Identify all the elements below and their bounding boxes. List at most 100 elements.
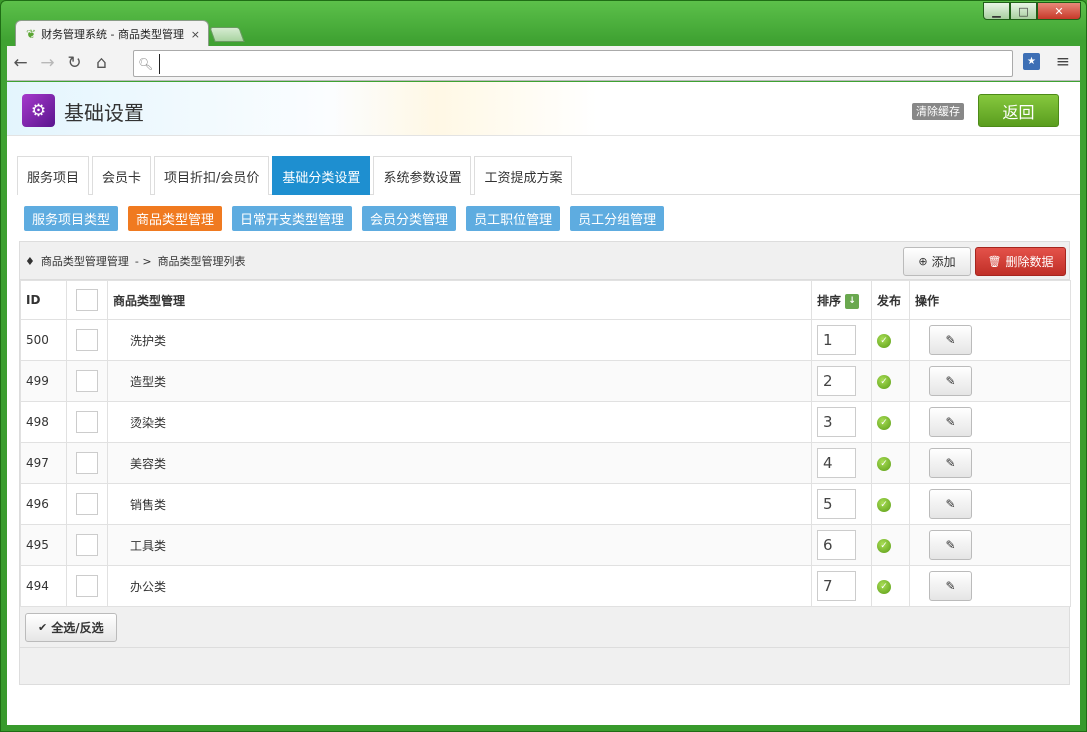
- save-sort-icon[interactable]: ↓: [845, 293, 860, 309]
- row-order-cell: [811, 565, 872, 607]
- order-input[interactable]: [817, 448, 856, 478]
- row-name: 销售类: [107, 483, 812, 525]
- row-publish-cell: ✓: [871, 483, 910, 525]
- subtab-expense-type[interactable]: 日常开支类型管理: [232, 206, 353, 231]
- maximize-button[interactable]: □: [1010, 2, 1037, 20]
- published-check-icon[interactable]: ✓: [877, 580, 891, 594]
- table-row: 499 造型类 ✓ ✎: [20, 360, 1071, 402]
- tab-title: 财务管理系统 - 商品类型管理: [41, 28, 185, 41]
- panel-header: ♦ 商品类型管理管理 - > 商品类型管理列表 ⊕ 添加 🗑︎ 删除数据: [20, 242, 1069, 280]
- settings-gear-icon: ⚙: [22, 94, 55, 127]
- add-button[interactable]: ⊕ 添加: [903, 247, 971, 276]
- row-id: 500: [20, 319, 67, 361]
- subtab-service-type[interactable]: 服务项目类型: [24, 206, 119, 231]
- close-window-button[interactable]: ✕: [1037, 2, 1081, 20]
- row-checkbox[interactable]: [76, 493, 98, 515]
- row-ops-cell: ✎: [909, 483, 1071, 525]
- reload-icon[interactable]: ↻: [61, 50, 88, 77]
- row-order-cell: [811, 360, 872, 402]
- edit-icon: ✎: [945, 374, 956, 388]
- edit-button[interactable]: ✎: [929, 407, 972, 437]
- panel-footer: ✔ 全选/反选: [20, 607, 1069, 648]
- bookmark-star-icon[interactable]: ★: [1023, 53, 1040, 70]
- row-select-cell: [66, 565, 108, 607]
- select-all-label: 全选/反选: [51, 620, 104, 635]
- published-check-icon[interactable]: ✓: [877, 498, 891, 512]
- published-check-icon[interactable]: ✓: [877, 375, 891, 389]
- table-row: 494 办公类 ✓ ✎: [20, 565, 1071, 607]
- address-input[interactable]: [159, 53, 1012, 74]
- order-input[interactable]: [817, 530, 856, 560]
- order-input[interactable]: [817, 325, 856, 355]
- minimize-button[interactable]: ▁: [983, 2, 1010, 20]
- home-icon[interactable]: ⌂: [88, 50, 115, 77]
- edit-button[interactable]: ✎: [929, 448, 972, 478]
- plus-circle-icon: ⊕: [918, 255, 928, 268]
- subtab-member-category[interactable]: 会员分类管理: [362, 206, 457, 231]
- row-publish-cell: ✓: [871, 442, 910, 484]
- tab-member-card[interactable]: 会员卡: [92, 156, 152, 195]
- product-type-table: ID 商品类型管理 排序↓ 发布 操作 500 洗护类 ✓ ✎ 499 造型类 ✓ ✎ 498 烫…: [20, 280, 1071, 607]
- tab-system-params[interactable]: 系统参数设置: [373, 156, 472, 195]
- edit-icon: ✎: [945, 497, 956, 511]
- edit-button[interactable]: ✎: [929, 325, 972, 355]
- published-check-icon[interactable]: ✓: [877, 457, 891, 471]
- tab-close-icon[interactable]: ×: [191, 28, 200, 41]
- subtab-product-type[interactable]: 商品类型管理: [128, 206, 223, 231]
- tab-commission[interactable]: 工资提成方案: [474, 156, 573, 195]
- edit-button[interactable]: ✎: [929, 366, 972, 396]
- edit-button[interactable]: ✎: [929, 489, 972, 519]
- col-id: ID: [20, 280, 67, 320]
- edit-button[interactable]: ✎: [929, 530, 972, 560]
- subtab-staff-group[interactable]: 员工分组管理: [570, 206, 665, 231]
- row-id: 496: [20, 483, 67, 525]
- published-check-icon[interactable]: ✓: [877, 334, 891, 348]
- return-button[interactable]: 返回: [978, 94, 1059, 127]
- published-check-icon[interactable]: ✓: [877, 416, 891, 430]
- tab-discount[interactable]: 项目折扣/会员价: [154, 156, 270, 195]
- order-input[interactable]: [817, 366, 856, 396]
- col-order: 排序 ↓: [811, 280, 872, 320]
- row-name: 洗护类: [107, 319, 812, 361]
- row-ops-cell: ✎: [909, 401, 1071, 443]
- row-ops-cell: ✎: [909, 360, 1071, 402]
- row-order-cell: [811, 524, 872, 566]
- row-select-cell: [66, 360, 108, 402]
- header-checkbox[interactable]: [76, 289, 98, 311]
- row-checkbox[interactable]: [76, 534, 98, 556]
- row-checkbox[interactable]: [76, 575, 98, 597]
- list-panel: ♦ 商品类型管理管理 - > 商品类型管理列表 ⊕ 添加 🗑︎ 删除数据 ID 商品类…: [19, 241, 1071, 685]
- row-name: 造型类: [107, 360, 812, 402]
- row-name: 工具类: [107, 524, 812, 566]
- sub-tabs: 服务项目类型 商品类型管理 日常开支类型管理 会员分类管理 员工职位管理 员工分…: [24, 206, 674, 231]
- published-check-icon[interactable]: ✓: [877, 539, 891, 553]
- row-checkbox[interactable]: [76, 411, 98, 433]
- row-checkbox[interactable]: [76, 329, 98, 351]
- delete-button[interactable]: 🗑︎ 删除数据: [975, 247, 1066, 276]
- address-bar[interactable]: 🔍︎: [133, 50, 1013, 77]
- back-arrow-icon[interactable]: ←: [7, 50, 34, 77]
- order-input[interactable]: [817, 489, 856, 519]
- order-input[interactable]: [817, 571, 856, 601]
- subtab-staff-position[interactable]: 员工职位管理: [466, 206, 561, 231]
- table-row: 500 洗护类 ✓ ✎: [20, 319, 1071, 361]
- col-operations: 操作: [909, 280, 1071, 320]
- tab-service-items[interactable]: 服务项目: [17, 156, 90, 195]
- new-tab-button[interactable]: [209, 27, 245, 42]
- browser-tab[interactable]: ❦ 财务管理系统 - 商品类型管理 ×: [15, 20, 209, 47]
- row-checkbox[interactable]: [76, 370, 98, 392]
- breadcrumb-separator: - >: [134, 254, 152, 268]
- edit-button[interactable]: ✎: [929, 571, 972, 601]
- select-all-button[interactable]: ✔ 全选/反选: [25, 612, 117, 642]
- table-row: 497 美容类 ✓ ✎: [20, 442, 1071, 484]
- tab-basic-category[interactable]: 基础分类设置: [272, 156, 371, 195]
- row-checkbox[interactable]: [76, 452, 98, 474]
- row-ops-cell: ✎: [909, 442, 1071, 484]
- add-label: 添加: [931, 255, 956, 269]
- forward-arrow-icon[interactable]: →: [34, 50, 61, 77]
- menu-icon[interactable]: ≡: [1056, 52, 1070, 72]
- order-input[interactable]: [817, 407, 856, 437]
- search-icon: 🔍︎: [138, 56, 154, 71]
- row-name: 美容类: [107, 442, 812, 484]
- clear-cache-button[interactable]: 清除缓存: [912, 103, 964, 120]
